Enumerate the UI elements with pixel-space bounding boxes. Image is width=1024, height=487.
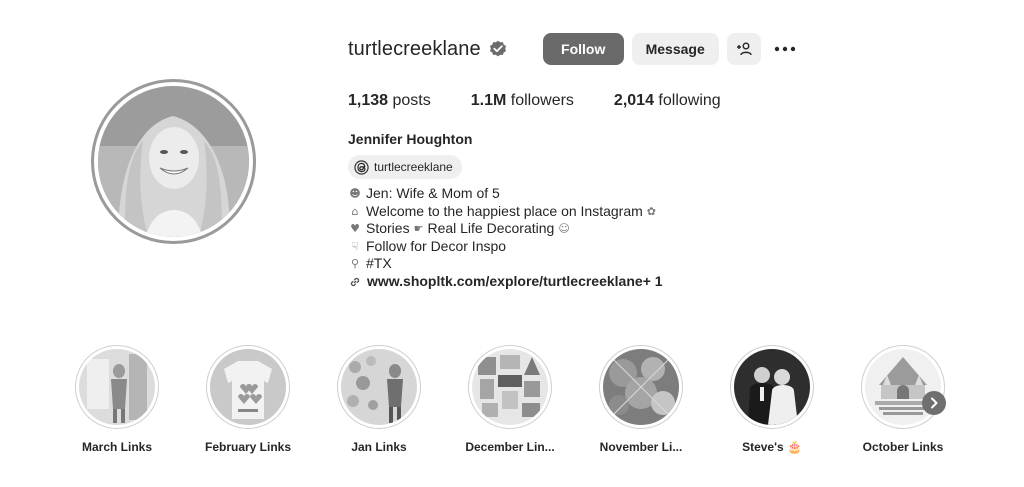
highlight-cover [341, 349, 417, 425]
threads-link[interactable]: turtlecreeklane [348, 155, 462, 179]
emoji: ☻ [349, 187, 361, 200]
threads-handle: turtlecreeklane [374, 160, 453, 174]
highlight-item[interactable]: Jan Links [334, 345, 424, 454]
message-button[interactable]: Message [631, 33, 719, 65]
highlight-label: November Li... [599, 440, 683, 454]
profile-header: turtlecreeklane Follow Message [348, 32, 797, 66]
bio-line: ⚲ #TX [348, 255, 663, 273]
profile-photo [98, 86, 249, 237]
following-stat[interactable]: 2,014 following [614, 92, 721, 110]
more-options-button[interactable] [773, 37, 797, 61]
threads-icon [354, 159, 369, 175]
highlight-label: October Links [862, 440, 944, 454]
bio-text: Follow for Decor Inspo [366, 237, 507, 254]
bio-text: Welcome to the happiest place on Instagr… [366, 202, 643, 219]
highlight-item[interactable]: February Links [203, 345, 293, 454]
bio: ☻ Jen: Wife & Mom of 5 ⌂ Welcome to the … [348, 185, 663, 291]
verified-badge-icon [489, 40, 506, 57]
highlight-label: March Links [81, 440, 153, 454]
highlight-item[interactable]: November Li... [596, 345, 686, 454]
more-options-icon [774, 46, 795, 52]
followers-stat[interactable]: 1.1M followers [471, 92, 574, 110]
bio-line: ♥ Stories ☛ Real Life Decorating ☺ [348, 220, 663, 238]
highlight-cover [210, 349, 286, 425]
highlight-ring[interactable] [861, 345, 945, 429]
link-icon [350, 277, 360, 286]
posts-count: 1,138 [348, 92, 389, 109]
username: turtlecreeklane [348, 37, 481, 60]
avatar-ring[interactable] [91, 79, 256, 244]
profile-stats: 1,138 posts 1.1M followers 2,014 followi… [348, 92, 761, 110]
highlight-ring[interactable] [337, 345, 421, 429]
bio-line: ☟ Follow for Decor Inspo [348, 238, 663, 256]
posts-label: posts [392, 92, 431, 109]
bio-text: Jen: Wife & Mom of 5 [366, 185, 500, 201]
highlight-ring[interactable] [730, 345, 814, 429]
highlight-label: February Links [204, 440, 292, 454]
avatar[interactable] [98, 86, 249, 237]
highlight-cover [79, 349, 155, 425]
following-count: 2,014 [613, 92, 654, 109]
emoji: ☛ [413, 222, 424, 236]
bio-link[interactable]: www.shopltk.com/explore/turtlecreeklane … [348, 273, 663, 291]
follow-button[interactable]: Follow [542, 33, 624, 65]
bio-text: Stories [366, 220, 410, 237]
add-user-icon [736, 42, 752, 56]
bio-text: Real Life Decorating [427, 220, 555, 237]
bio-line: ☻ Jen: Wife & Mom of 5 [348, 185, 663, 203]
followers-count: 1.1M [470, 92, 507, 109]
emoji: ☺ [558, 222, 570, 236]
highlight-label: December Lin... [465, 440, 555, 454]
emoji: ✿ [646, 204, 657, 218]
highlight-item[interactable]: March Links [72, 345, 162, 454]
emoji: ⌂ [351, 204, 359, 218]
highlight-ring[interactable] [75, 345, 159, 429]
highlight-label: Jan Links [351, 440, 407, 454]
add-user-button[interactable] [726, 33, 761, 65]
emoji: ⚲ [350, 257, 360, 271]
story-highlights: March Links February Links Jan Links Dec… [72, 345, 952, 465]
highlight-item[interactable]: December Lin... [465, 345, 555, 454]
highlight-item[interactable]: Steve's 🎂 [727, 345, 817, 454]
highlight-label: Steve's 🎂 [742, 440, 802, 454]
highlight-cover [472, 349, 548, 425]
profile-page: turtlecreeklane Follow Message 1,138 pos… [0, 0, 1024, 487]
posts-stat: 1,138 posts [348, 92, 431, 110]
highlight-ring[interactable] [599, 345, 683, 429]
followers-label: followers [510, 92, 574, 109]
highlight-cover [603, 349, 679, 425]
chevron-right-icon [931, 397, 938, 409]
full-name: Jennifer Houghton [348, 131, 473, 147]
bio-text: #TX [366, 255, 392, 272]
following-label: following [658, 92, 721, 109]
highlights-next-button[interactable] [922, 391, 946, 415]
bio-line: ⌂ Welcome to the happiest place on Insta… [348, 203, 663, 221]
link-url[interactable]: www.shopltk.com/explore/turtlecreeklane [367, 273, 643, 291]
emoji: ☟ [351, 239, 359, 253]
highlight-ring[interactable] [206, 345, 290, 429]
highlight-ring[interactable] [468, 345, 552, 429]
link-more[interactable]: + 1 [643, 273, 663, 291]
emoji: ♥ [350, 222, 360, 236]
highlight-cover [734, 349, 810, 425]
